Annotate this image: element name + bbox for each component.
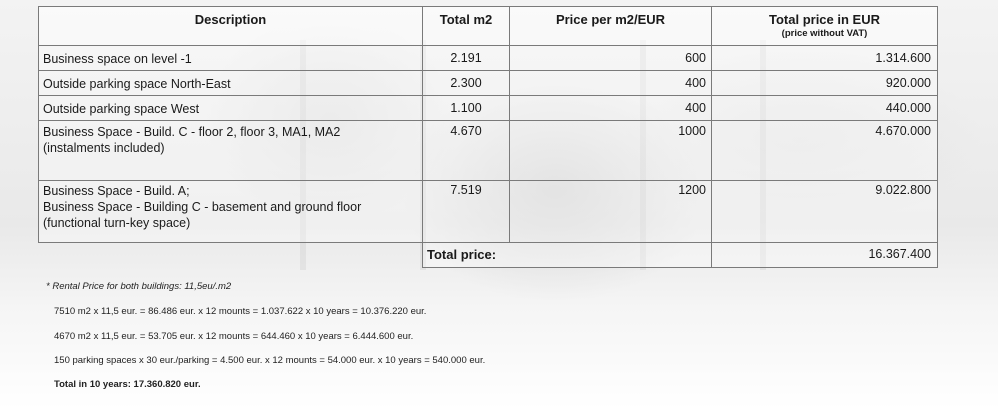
total-row: Total price: 16.367.400 bbox=[38, 242, 938, 268]
cell-price-per-m2: 600 bbox=[509, 45, 712, 71]
price-table: Description Total m2 Price per m2/EUR To… bbox=[38, 6, 938, 268]
cell-price-per-m2: 1200 bbox=[509, 180, 712, 243]
calculation-line: 4670 m2 x 11,5 eur. = 53.705 eur. x 12 m… bbox=[54, 331, 414, 342]
description-line: (functional turn-key space) bbox=[43, 216, 191, 230]
description-line: Outside parking space North-East bbox=[43, 77, 231, 91]
header-price-per-m2: Price per m2/EUR bbox=[509, 6, 712, 46]
header-total-price-note: (price without VAT) bbox=[781, 28, 868, 39]
cell-total-price: 4.670.000 bbox=[711, 120, 938, 181]
cell-description: Outside parking space West bbox=[38, 95, 423, 121]
cell-total-m2: 4.670 bbox=[422, 120, 510, 181]
header-description: Description bbox=[38, 6, 423, 46]
cell-description: Business Space - Build. A; Business Spac… bbox=[38, 180, 423, 243]
cell-total-m2: 2.191 bbox=[422, 45, 510, 71]
calculation-line: 7510 m2 x 11,5 eur. = 86.486 eur. x 12 m… bbox=[54, 306, 427, 317]
description-line: Outside parking space West bbox=[43, 102, 200, 116]
header-total-price-label: Total price in EUR bbox=[769, 12, 880, 27]
header-total-price: Total price in EUR (price without VAT) bbox=[711, 6, 938, 46]
cell-price-per-m2: 400 bbox=[509, 95, 712, 121]
cell-description: Business Space - Build. C - floor 2, flo… bbox=[38, 120, 423, 181]
cell-total-m2: 7.519 bbox=[422, 180, 510, 243]
total-price-value: 16.367.400 bbox=[711, 242, 938, 268]
empty-cell bbox=[38, 242, 423, 268]
cell-total-m2: 1.100 bbox=[422, 95, 510, 121]
cell-total-price: 1.314.600 bbox=[711, 45, 938, 71]
calculation-line: 150 parking spaces x 30 eur./parking = 4… bbox=[54, 355, 486, 366]
description-line: (instalments included) bbox=[43, 141, 165, 155]
cell-total-price: 440.000 bbox=[711, 95, 938, 121]
table-row: Business Space - Build. A; Business Spac… bbox=[38, 180, 938, 243]
description-line: Business Space - Build. C - floor 2, flo… bbox=[43, 125, 341, 139]
table-row: Business Space - Build. C - floor 2, flo… bbox=[38, 120, 938, 181]
description-line: Business Space - Build. A; bbox=[43, 184, 190, 198]
table-header-row: Description Total m2 Price per m2/EUR To… bbox=[38, 6, 938, 46]
table-row: Business space on level -1 2.191 600 1.3… bbox=[38, 45, 938, 71]
ten-year-total: Total in 10 years: 17.360.820 eur. bbox=[54, 379, 201, 390]
cell-total-price: 9.022.800 bbox=[711, 180, 938, 243]
description-line: Business space on level -1 bbox=[43, 52, 192, 66]
cell-price-per-m2: 400 bbox=[509, 70, 712, 96]
description-line: Business Space - Building C - basement a… bbox=[43, 200, 362, 214]
table-row: Outside parking space North-East 2.300 4… bbox=[38, 70, 938, 96]
rental-price-note: * Rental Price for both buildings: 11,5e… bbox=[46, 281, 232, 292]
total-price-label: Total price: bbox=[422, 242, 712, 268]
table-row: Outside parking space West 1.100 400 440… bbox=[38, 95, 938, 121]
cell-description: Business space on level -1 bbox=[38, 45, 423, 71]
header-total-m2: Total m2 bbox=[422, 6, 510, 46]
cell-price-per-m2: 1000 bbox=[509, 120, 712, 181]
cell-total-price: 920.000 bbox=[711, 70, 938, 96]
cell-total-m2: 2.300 bbox=[422, 70, 510, 96]
cell-description: Outside parking space North-East bbox=[38, 70, 423, 96]
